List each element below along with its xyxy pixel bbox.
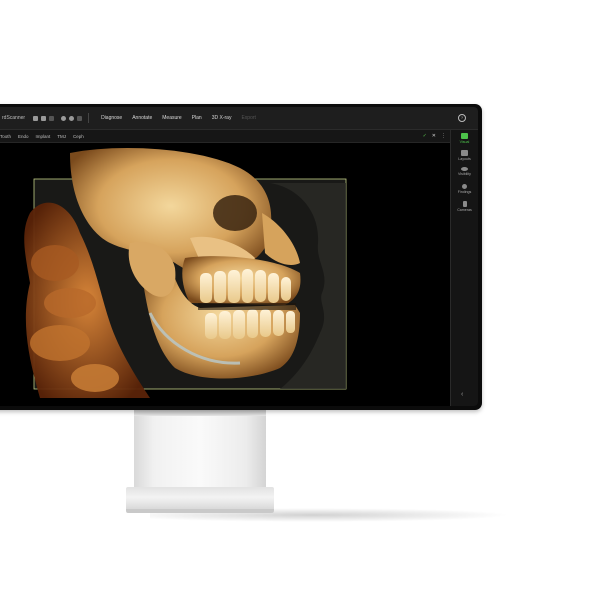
tab-endo[interactable]: Endo	[18, 134, 29, 139]
tab-tooth[interactable]: Tooth	[0, 134, 11, 139]
right-sidebar: Visual Layouts Visibility Findings Camer…	[450, 130, 478, 406]
camera-icon	[462, 201, 467, 207]
close-icon[interactable]: ✕	[432, 133, 436, 139]
main-toolbar: rdScanner Diagnose Annotate Measure Plan…	[0, 107, 478, 130]
3d-viewport[interactable]	[0, 143, 450, 405]
sidebar-label-visibility: Visibility	[458, 172, 471, 176]
save-icon[interactable]	[33, 115, 39, 121]
menu-measure[interactable]: Measure	[162, 115, 181, 121]
redo-icon[interactable]	[49, 115, 55, 121]
view-actions: ✓ ✕ ⋮	[423, 133, 446, 139]
sidebar-label-findings: Findings	[457, 190, 472, 194]
sidebar-item-layouts[interactable]: Layouts	[451, 150, 478, 161]
eye-icon	[461, 167, 468, 171]
app-window: rdScanner Diagnose Annotate Measure Plan…	[0, 107, 478, 406]
app-title: rdScanner	[2, 115, 26, 121]
visual-icon	[461, 133, 468, 139]
settings-icon[interactable]	[61, 115, 67, 121]
monitor: rdScanner Diagnose Annotate Measure Plan…	[0, 104, 482, 410]
help-icon[interactable]: ?	[458, 114, 466, 122]
menu-3d-xray[interactable]: 3D X-ray	[212, 115, 232, 121]
sidebar-item-cameras[interactable]: Cameras	[451, 201, 478, 212]
sidebar-item-visibility[interactable]: Visibility	[451, 167, 478, 176]
stand-shadow	[134, 410, 266, 416]
sidebar-item-findings[interactable]: Findings	[451, 184, 478, 194]
secondary-toolbar: Tooth Endo Implant TMJ Ceph ✓ ✕ ⋮	[0, 130, 478, 143]
menu-annotate[interactable]: Annotate	[132, 115, 152, 121]
menu-diagnose[interactable]: Diagnose	[101, 115, 122, 121]
menu-export[interactable]: Export	[241, 115, 255, 121]
sidebar-label-visual: Visual	[459, 140, 470, 144]
tab-tmj[interactable]: TMJ	[57, 134, 66, 139]
stand-base-edge	[126, 509, 274, 513]
tab-ceph[interactable]: Ceph	[73, 134, 84, 139]
toolbar-divider	[88, 113, 90, 123]
sidebar-item-visual[interactable]: Visual	[451, 133, 478, 144]
toolbar-icons	[33, 115, 83, 121]
sidebar-label-cameras: Cameras	[457, 208, 472, 212]
layouts-icon	[461, 150, 468, 156]
sidebar-label-layouts: Layouts	[458, 157, 471, 161]
workflow-tabs: Tooth Endo Implant TMJ Ceph	[0, 134, 84, 139]
info-icon[interactable]	[69, 115, 75, 121]
main-menu: Diagnose Annotate Measure Plan 3D X-ray …	[101, 115, 256, 121]
skull-render	[24, 148, 347, 398]
collapse-icon[interactable]: ‹	[461, 391, 463, 398]
undo-icon[interactable]	[41, 115, 47, 121]
monitor-stand-neck	[134, 410, 266, 490]
check-icon[interactable]: ✓	[423, 133, 427, 139]
menu-plan[interactable]: Plan	[192, 115, 202, 121]
findings-icon	[462, 184, 467, 189]
share-icon[interactable]	[77, 115, 83, 121]
more-icon[interactable]: ⋮	[441, 133, 446, 139]
tab-implant[interactable]: Implant	[36, 134, 51, 139]
